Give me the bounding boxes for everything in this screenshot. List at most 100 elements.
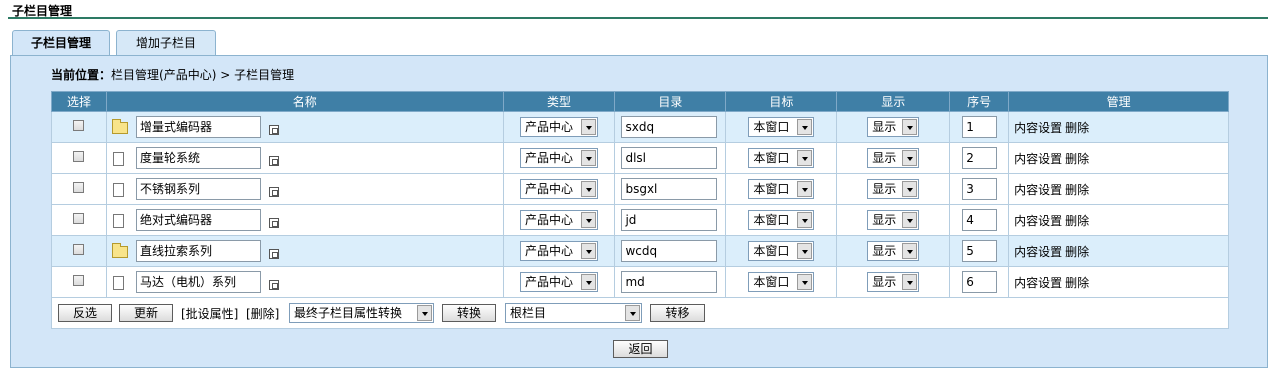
header-order: 序号 — [949, 91, 1010, 112]
tab-add-subcolumn[interactable]: 增加子栏目 — [116, 30, 216, 56]
target-select[interactable]: 本窗口 — [748, 148, 815, 168]
target-select[interactable]: 本窗口 — [748, 117, 815, 137]
name-input[interactable]: 直线拉索系列 — [135, 240, 261, 262]
type-value: 产品中心 — [524, 244, 573, 258]
row-checkbox[interactable] — [73, 182, 85, 193]
directory-input[interactable]: jd — [621, 209, 718, 231]
target-select[interactable]: 本窗口 — [748, 179, 815, 199]
manage-cell: 内容设置 删除 — [1008, 204, 1229, 236]
content-settings-link[interactable]: 内容设置 — [1014, 183, 1062, 197]
order-input[interactable]: 4 — [962, 209, 998, 231]
page-icon — [112, 214, 124, 228]
open-window-icon[interactable] — [268, 218, 279, 228]
row-checkbox[interactable] — [73, 151, 85, 162]
target-cell: 本窗口 — [725, 235, 838, 267]
display-select[interactable]: 显示 — [867, 117, 920, 137]
manage-cell: 内容设置 删除 — [1008, 111, 1229, 143]
chevron-down-icon — [902, 119, 918, 135]
row-checkbox[interactable] — [73, 244, 85, 255]
manage-cell: 内容设置 删除 — [1008, 235, 1229, 267]
order-input[interactable]: 1 — [962, 116, 998, 138]
type-select[interactable]: 产品中心 — [519, 272, 598, 292]
order-input[interactable]: 5 — [962, 240, 998, 262]
batch-attributes-link[interactable]: [批设属性] — [181, 305, 238, 322]
directory-input[interactable]: sxdq — [621, 116, 718, 138]
table-row: 直线拉索系列 产品中心 wcdq 本窗口 显示 5 内容设置 删除 — [51, 235, 1229, 267]
folder-icon — [111, 243, 128, 258]
delete-link[interactable]: 删除 — [1065, 214, 1089, 228]
breadcrumb-prefix: 当前位置： — [51, 68, 112, 82]
delete-link[interactable]: 删除 — [1065, 276, 1089, 290]
order-input[interactable]: 6 — [962, 271, 998, 293]
display-select[interactable]: 显示 — [867, 241, 920, 261]
type-select[interactable]: 产品中心 — [519, 241, 598, 261]
chevron-down-icon — [580, 243, 596, 259]
order-cell: 4 — [949, 204, 1010, 236]
convert-attribute-select[interactable]: 最终子栏目属性转换 — [289, 303, 434, 323]
row-checkbox[interactable] — [73, 213, 85, 224]
directory-input[interactable]: wcdq — [621, 240, 718, 262]
order-input[interactable]: 2 — [962, 147, 998, 169]
target-select[interactable]: 本窗口 — [748, 210, 815, 230]
target-select[interactable]: 本窗口 — [748, 272, 815, 292]
header-name: 名称 — [105, 91, 504, 112]
header-manage: 管理 — [1008, 91, 1229, 112]
type-value: 产品中心 — [524, 120, 573, 134]
name-cell: 不锈钢系列 — [105, 173, 504, 205]
type-select[interactable]: 产品中心 — [519, 179, 598, 199]
page-icon — [112, 276, 124, 290]
display-select[interactable]: 显示 — [867, 179, 920, 199]
display-select[interactable]: 显示 — [867, 210, 920, 230]
order-input[interactable]: 3 — [962, 178, 998, 200]
invert-selection-button[interactable]: 反选 — [58, 304, 112, 322]
display-select[interactable]: 显示 — [867, 272, 920, 292]
row-checkbox[interactable] — [73, 275, 85, 286]
delete-link[interactable]: 删除 — [1065, 152, 1089, 166]
name-input[interactable]: 增量式编码器 — [135, 116, 261, 138]
convert-attribute-value: 最终子栏目属性转换 — [294, 306, 403, 320]
directory-input[interactable]: dlsl — [621, 147, 718, 169]
delete-link[interactable]: 删除 — [1065, 245, 1089, 259]
open-window-icon[interactable] — [268, 125, 279, 135]
name-input[interactable]: 不锈钢系列 — [135, 178, 261, 200]
tab-subcolumn-management[interactable]: 子栏目管理 — [12, 30, 110, 57]
directory-input[interactable]: bsgxl — [621, 178, 718, 200]
name-input[interactable]: 马达（电机）系列 — [135, 271, 261, 293]
open-window-icon[interactable] — [268, 187, 279, 197]
target-value: 本窗口 — [753, 275, 790, 289]
open-window-icon[interactable] — [268, 156, 279, 166]
content-settings-link[interactable]: 内容设置 — [1014, 121, 1062, 135]
update-button[interactable]: 更新 — [119, 304, 173, 322]
type-select[interactable]: 产品中心 — [519, 210, 598, 230]
convert-button[interactable]: 转换 — [442, 304, 496, 322]
open-window-icon[interactable] — [268, 280, 279, 290]
row-checkbox[interactable] — [73, 120, 85, 131]
display-value: 显示 — [872, 120, 897, 134]
batch-delete-link[interactable]: [删除] — [246, 305, 279, 322]
back-button[interactable]: 返回 — [613, 340, 668, 358]
chevron-down-icon — [797, 119, 813, 135]
title-divider — [8, 17, 1268, 19]
content-settings-link[interactable]: 内容设置 — [1014, 245, 1062, 259]
move-target-select[interactable]: 根栏目 — [505, 303, 642, 323]
open-window-icon[interactable] — [268, 249, 279, 259]
target-select[interactable]: 本窗口 — [748, 241, 815, 261]
chevron-down-icon — [902, 212, 918, 228]
move-button[interactable]: 转移 — [650, 304, 705, 322]
delete-link[interactable]: 删除 — [1065, 183, 1089, 197]
delete-link[interactable]: 删除 — [1065, 121, 1089, 135]
type-select[interactable]: 产品中心 — [519, 148, 598, 168]
type-select[interactable]: 产品中心 — [519, 117, 598, 137]
content-settings-link[interactable]: 内容设置 — [1014, 214, 1062, 228]
content-settings-link[interactable]: 内容设置 — [1014, 276, 1062, 290]
directory-input[interactable]: md — [621, 271, 718, 293]
chevron-down-icon — [580, 274, 596, 290]
display-value: 显示 — [872, 151, 897, 165]
display-select[interactable]: 显示 — [867, 148, 920, 168]
order-cell: 6 — [949, 266, 1010, 298]
directory-cell: jd — [614, 204, 727, 236]
name-input[interactable]: 度量轮系统 — [135, 147, 261, 169]
target-cell: 本窗口 — [725, 142, 838, 174]
content-settings-link[interactable]: 内容设置 — [1014, 152, 1062, 166]
name-input[interactable]: 绝对式编码器 — [135, 209, 261, 231]
